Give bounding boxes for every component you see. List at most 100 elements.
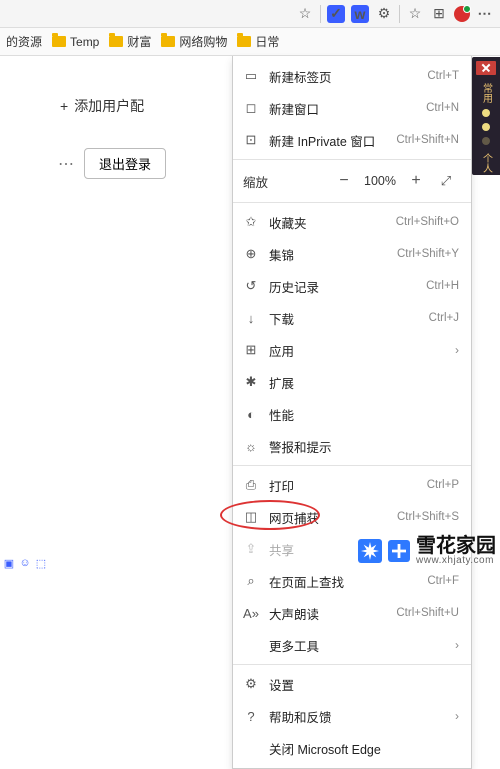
favorites-star-icon[interactable]: ☆ <box>406 5 424 23</box>
menu-label: 大声朗读 <box>269 604 386 623</box>
menu-label: 网页捕获 <box>269 508 387 527</box>
extensions-icon[interactable]: ⚙ <box>375 5 393 23</box>
menu-alerts[interactable]: ☼ 警报和提示 <box>233 430 471 462</box>
menu-shortcut: Ctrl+N <box>426 102 459 114</box>
add-profile-label: 添加用户配 <box>74 96 144 116</box>
share-icon: ⇪ <box>243 541 259 557</box>
menu-shortcut: Ctrl+Shift+U <box>396 607 459 619</box>
bookmark-item[interactable]: 财富 <box>109 33 151 50</box>
menu-shortcut: Ctrl+Shift+S <box>397 511 459 523</box>
zoom-in-button[interactable]: + <box>401 172 431 190</box>
status-icon[interactable]: ⬚ <box>34 556 48 570</box>
menu-shortcut: Ctrl+H <box>426 280 459 292</box>
status-icon[interactable]: ☺ <box>18 556 32 570</box>
zoom-out-button[interactable]: − <box>329 172 359 190</box>
panel-label: 个人 <box>479 153 494 173</box>
collections-icon[interactable]: ⊞ <box>430 5 448 23</box>
logout-button[interactable]: 退出登录 <box>84 148 166 179</box>
menu-downloads[interactable]: ↓ 下载 Ctrl+J <box>233 302 471 334</box>
menu-label: 打印 <box>269 476 417 495</box>
panel-dot-icon[interactable] <box>482 137 490 145</box>
toolbar-separator <box>320 5 321 23</box>
menu-close-edge[interactable]: 关闭 Microsoft Edge <box>233 732 471 764</box>
snowflake-icon <box>358 539 382 563</box>
bookmark-label: 的资源 <box>6 33 42 50</box>
tab-icon: ▭ <box>243 68 259 84</box>
menu-label: 新建标签页 <box>269 67 417 86</box>
snowflake-icon <box>388 540 410 562</box>
menu-label: 设置 <box>269 675 459 694</box>
watermark-url: www.xhjaty.com <box>416 556 496 566</box>
browser-toolbar: ☆ ✓ w ⚙ ☆ ⊞ ⋯ <box>0 0 500 28</box>
fullscreen-icon[interactable]: ⤢ <box>431 173 461 189</box>
menu-shortcut: Ctrl+J <box>429 312 459 324</box>
menu-read-aloud[interactable]: A» 大声朗读 Ctrl+Shift+U <box>233 597 471 629</box>
menu-label: 更多工具 <box>269 636 445 655</box>
panel-dot-icon[interactable] <box>482 109 490 117</box>
add-profile-link[interactable]: + 添加用户配 <box>60 96 144 116</box>
gear-icon: ⚙ <box>243 676 259 692</box>
printer-icon: ⎙ <box>243 477 259 493</box>
menu-history[interactable]: ↺ 历史记录 Ctrl+H <box>233 270 471 302</box>
menu-print[interactable]: ⎙ 打印 Ctrl+P <box>233 469 471 501</box>
menu-more-tools[interactable]: 更多工具 › <box>233 629 471 661</box>
panel-dot-icon[interactable] <box>482 123 490 131</box>
menu-help[interactable]: ? 帮助和反馈 › <box>233 700 471 732</box>
menu-favorites[interactable]: ✩ 收藏夹 Ctrl+Shift+O <box>233 206 471 238</box>
toolbar-separator <box>399 5 400 23</box>
menu-label: 警报和提示 <box>269 437 459 456</box>
bookmark-item[interactable]: 日常 <box>237 33 279 50</box>
bookmark-item[interactable]: 的资源 <box>6 33 42 50</box>
menu-settings[interactable]: ⚙ 设置 <box>233 668 471 700</box>
bookmark-label: Temp <box>70 35 99 49</box>
menu-apps[interactable]: ⊞ 应用 › <box>233 334 471 366</box>
menu-divider <box>233 159 471 160</box>
apps-icon: ⊞ <box>243 342 259 358</box>
capture-icon: ◫ <box>243 509 259 525</box>
menu-shortcut: Ctrl+Shift+Y <box>397 248 459 260</box>
panel-close-icon[interactable] <box>476 61 496 75</box>
menu-performance[interactable]: ◐ 性能 <box>233 398 471 430</box>
inprivate-icon: ⊡ <box>243 132 259 148</box>
menu-find[interactable]: ⌕ 在页面上查找 Ctrl+F <box>233 565 471 597</box>
download-icon: ↓ <box>243 310 259 326</box>
addressbar-star-icon[interactable]: ☆ <box>296 5 314 23</box>
menu-new-inprivate[interactable]: ⊡ 新建 InPrivate 窗口 Ctrl+Shift+N <box>233 124 471 156</box>
more-options-icon[interactable]: ⋯ <box>58 154 74 174</box>
menu-label: 帮助和反馈 <box>269 707 445 726</box>
extension-2-icon[interactable]: w <box>351 5 369 23</box>
side-panel: 常用 个人 <box>472 57 500 175</box>
menu-divider <box>233 202 471 203</box>
zoom-label: 缩放 <box>243 172 289 191</box>
extension-1-icon[interactable]: ✓ <box>327 5 345 23</box>
profile-avatar[interactable] <box>454 6 470 22</box>
watermark-title: 雪花家园 <box>416 536 496 556</box>
menu-label: 在页面上查找 <box>269 572 417 591</box>
bell-icon: ☼ <box>243 438 259 454</box>
menu-capture[interactable]: ◫ 网页捕获 Ctrl+Shift+S <box>233 501 471 533</box>
menu-new-window[interactable]: ◻ 新建窗口 Ctrl+N <box>233 92 471 124</box>
menu-collections[interactable]: ⊕ 集锦 Ctrl+Shift+Y <box>233 238 471 270</box>
menu-zoom: 缩放 − 100% + ⤢ <box>233 163 471 199</box>
search-icon: ⌕ <box>243 573 259 589</box>
bookmark-item[interactable]: 网络购物 <box>161 33 227 50</box>
settings-menu: ▭ 新建标签页 Ctrl+T ◻ 新建窗口 Ctrl+N ⊡ 新建 InPriv… <box>232 56 472 769</box>
menu-shortcut: Ctrl+Shift+N <box>396 134 459 146</box>
menu-shortcut: Ctrl+F <box>427 575 459 587</box>
window-icon: ◻ <box>243 100 259 116</box>
menu-extensions[interactable]: ✱ 扩展 <box>233 366 471 398</box>
menu-shortcut: Ctrl+T <box>427 70 459 82</box>
help-icon: ? <box>243 708 259 724</box>
menu-new-tab[interactable]: ▭ 新建标签页 Ctrl+T <box>233 60 471 92</box>
bookmark-item[interactable]: Temp <box>52 35 99 49</box>
read-aloud-icon: A» <box>243 605 259 621</box>
more-menu-icon[interactable]: ⋯ <box>476 5 494 23</box>
menu-divider <box>233 664 471 665</box>
status-icon[interactable]: ▣ <box>2 556 16 570</box>
page-content: + 添加用户配 ⋯ 退出登录 常用 个人 ▭ 新建标签页 Ctrl+T ◻ 新建… <box>0 56 500 572</box>
menu-label: 收藏夹 <box>269 213 386 232</box>
panel-label: 常用 <box>479 83 494 103</box>
bookmark-bar: 的资源 Temp 财富 网络购物 日常 <box>0 28 500 56</box>
zoom-value: 100% <box>359 174 401 188</box>
plus-icon: + <box>60 98 68 114</box>
